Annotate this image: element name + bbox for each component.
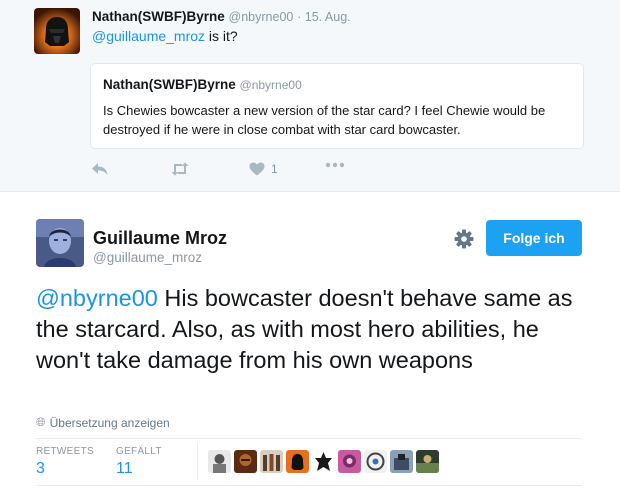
quoted-author-name: Nathan(SWBF)Byrne bbox=[103, 77, 236, 92]
retweets-count[interactable]: 3 bbox=[36, 460, 45, 478]
author-name[interactable]: Guillaume Mroz bbox=[93, 228, 227, 249]
reply-button[interactable] bbox=[91, 162, 109, 176]
liker-avatar[interactable] bbox=[416, 450, 439, 473]
quoted-author-handle: @nbyrne00 bbox=[239, 78, 302, 92]
likers-avatars bbox=[208, 450, 442, 473]
liker-avatar[interactable] bbox=[364, 450, 387, 473]
liker-avatar[interactable] bbox=[312, 450, 335, 473]
avatar[interactable] bbox=[36, 219, 84, 267]
liker-avatar[interactable] bbox=[286, 450, 309, 473]
quoted-tweet-header: Nathan(SWBF)Byrne @nbyrne00 bbox=[103, 77, 302, 92]
retweet-icon bbox=[171, 162, 189, 176]
follow-button[interactable]: Folge ich bbox=[486, 220, 582, 256]
parent-tweet-text: @guillaume_mroz is it? bbox=[92, 28, 238, 44]
heart-icon bbox=[249, 162, 265, 176]
divider bbox=[36, 438, 582, 439]
likes-label: GEFÄLLT bbox=[116, 446, 162, 457]
reply-icon bbox=[92, 163, 108, 175]
liker-avatar[interactable] bbox=[390, 450, 413, 473]
parent-tweet-body: is it? bbox=[205, 28, 238, 44]
mention-link[interactable]: @guillaume_mroz bbox=[92, 28, 205, 44]
author-name[interactable]: Nathan(SWBF)Byrne bbox=[92, 9, 225, 24]
avatar[interactable] bbox=[34, 8, 80, 54]
gear-icon[interactable] bbox=[453, 228, 475, 250]
quoted-tweet[interactable]: Nathan(SWBF)Byrne @nbyrne00 Is Chewies b… bbox=[90, 63, 584, 149]
like-button[interactable]: 1 bbox=[249, 162, 278, 176]
likes-count[interactable]: 11 bbox=[116, 460, 133, 478]
translate-link[interactable]: 🌐︎ Übersetzung anzeigen bbox=[36, 415, 170, 430]
main-tweet-text: @nbyrne00 His bowcaster doesn't behave s… bbox=[36, 283, 596, 376]
like-count: 1 bbox=[271, 162, 278, 176]
more-button[interactable] bbox=[325, 162, 345, 168]
stats-divider bbox=[197, 443, 198, 480]
quoted-tweet-text: Is Chewies bowcaster a new version of th… bbox=[103, 103, 546, 137]
globe-icon: 🌐︎ bbox=[36, 415, 46, 429]
liker-avatar[interactable] bbox=[208, 450, 231, 473]
liker-avatar[interactable] bbox=[260, 450, 283, 473]
retweet-button[interactable] bbox=[170, 162, 190, 176]
mention-link[interactable]: @nbyrne00 bbox=[36, 285, 158, 311]
author-handle[interactable]: @guillaume_mroz bbox=[93, 250, 202, 265]
author-handle[interactable]: @nbyrne00 bbox=[229, 10, 294, 24]
liker-avatar[interactable] bbox=[338, 450, 361, 473]
divider bbox=[36, 485, 582, 486]
retweets-label: RETWEETS bbox=[36, 446, 94, 457]
parent-tweet-header: Nathan(SWBF)Byrne @nbyrne00 · 15. Aug. bbox=[92, 9, 351, 24]
parent-tweet: Nathan(SWBF)Byrne @nbyrne00 · 15. Aug. @… bbox=[0, 0, 620, 192]
tweet-date[interactable]: · 15. Aug. bbox=[297, 10, 351, 24]
translate-label: Übersetzung anzeigen bbox=[49, 415, 170, 430]
more-icon bbox=[325, 162, 345, 168]
liker-avatar[interactable] bbox=[234, 450, 257, 473]
